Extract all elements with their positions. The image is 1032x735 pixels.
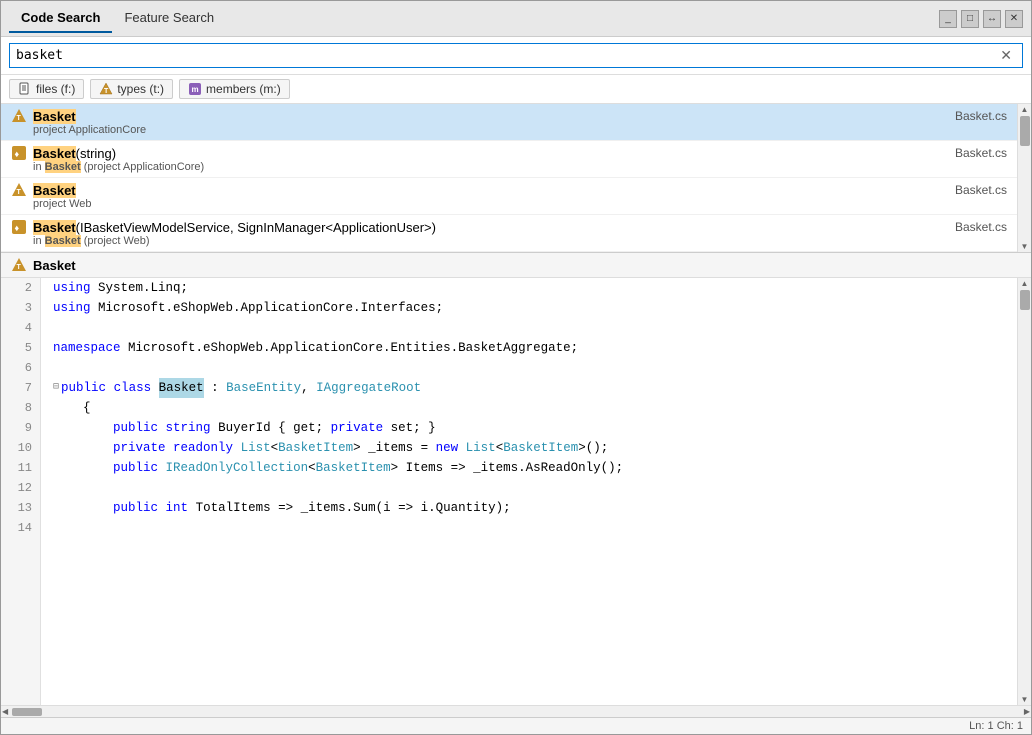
svg-text:T: T	[104, 88, 109, 95]
code-line	[53, 478, 1005, 498]
filter-members-button[interactable]: m members (m:)	[179, 79, 290, 99]
svg-text:T: T	[17, 189, 22, 196]
filter-types-button[interactable]: T types (t:)	[90, 79, 173, 99]
search-input-wrap: ✕	[9, 43, 1023, 68]
file-icon	[18, 82, 32, 96]
code-line: {	[53, 398, 1005, 418]
code-hscrollbar[interactable]: ◀ ▶	[1, 705, 1031, 717]
basket-constructor-icon: ♦	[11, 145, 27, 161]
tab-code-search[interactable]: Code Search	[9, 4, 112, 33]
close-button[interactable]: ✕	[1005, 10, 1023, 28]
minimize-button[interactable]: _	[939, 10, 957, 28]
clear-button[interactable]: ✕	[996, 47, 1016, 64]
result-name: Basket	[33, 109, 955, 124]
result-file: Basket.cs	[955, 109, 1007, 123]
basket-type-icon: T	[11, 108, 27, 124]
result-file: Basket.cs	[955, 183, 1007, 197]
result-file: Basket.cs	[955, 220, 1007, 234]
types-icon: T	[99, 82, 113, 96]
preview-header: T Basket	[1, 253, 1031, 278]
window-controls: _ □ ↔ ✕	[939, 10, 1023, 28]
code-line: public IReadOnlyCollection<BasketItem> I…	[53, 458, 1005, 478]
code-line: ⊟public class Basket : BaseEntity, IAggr…	[53, 378, 1005, 398]
search-bar: ✕	[1, 37, 1031, 75]
code-line: namespace Microsoft.eShopWeb.Application…	[53, 338, 1005, 358]
status-bar: Ln: 1 Ch: 1	[1, 717, 1031, 734]
results-list: T Basket Basket.cs project ApplicationCo…	[1, 104, 1017, 252]
status-right: Ln: 1 Ch: 1	[969, 720, 1023, 732]
result-file: Basket.cs	[955, 146, 1007, 160]
filter-types-label: types (t:)	[117, 82, 164, 96]
result-item[interactable]: T Basket Basket.cs project ApplicationCo…	[1, 104, 1017, 141]
code-line: public string BuyerId { get; private set…	[53, 418, 1005, 438]
basket-constructor-icon-2: ♦	[11, 219, 27, 235]
result-name: Basket(IBasketViewModelService, SignInMa…	[33, 220, 955, 235]
title-bar: Code Search Feature Search _ □ ↔ ✕	[1, 1, 1031, 37]
result-item[interactable]: ♦ Basket(IBasketViewModelService, SignIn…	[1, 215, 1017, 252]
code-line: private readonly List<BasketItem> _items…	[53, 438, 1005, 458]
result-sub: in Basket (project ApplicationCore)	[11, 161, 204, 173]
code-line: using System.Linq;	[53, 278, 1005, 298]
svg-text:T: T	[17, 264, 22, 271]
filter-files-button[interactable]: files (f:)	[9, 79, 84, 99]
filter-members-label: members (m:)	[206, 82, 281, 96]
code-area[interactable]: 2 3 4 5 6 7 8 9 10 11 12 13 14 using Sys…	[1, 278, 1017, 705]
result-name: Basket(string)	[33, 146, 955, 161]
result-sub: project Web	[11, 198, 92, 210]
code-line	[53, 318, 1005, 338]
code-lines: using System.Linq; using Microsoft.eShop…	[41, 278, 1017, 705]
code-line	[53, 358, 1005, 378]
svg-text:♦: ♦	[15, 149, 20, 159]
code-line	[53, 518, 1005, 538]
code-area-wrap: 2 3 4 5 6 7 8 9 10 11 12 13 14 using Sys…	[1, 278, 1031, 705]
filter-bar: files (f:) T types (t:) m members (m:)	[1, 75, 1031, 104]
code-scrollbar[interactable]: ▲ ▼	[1017, 278, 1031, 705]
line-numbers: 2 3 4 5 6 7 8 9 10 11 12 13 14	[1, 278, 41, 705]
code-preview: T Basket 2 3 4 5 6 7 8 9 10 11 12 13	[1, 253, 1031, 717]
results-section: T Basket Basket.cs project ApplicationCo…	[1, 104, 1031, 253]
svg-text:♦: ♦	[15, 223, 20, 233]
preview-type-icon: T	[11, 257, 27, 273]
code-line: using Microsoft.eShopWeb.ApplicationCore…	[53, 298, 1005, 318]
result-name: Basket	[33, 183, 955, 198]
search-input[interactable]	[16, 48, 996, 63]
svg-text:T: T	[17, 115, 22, 122]
tab-feature-search[interactable]: Feature Search	[112, 4, 226, 33]
main-window: Code Search Feature Search _ □ ↔ ✕ ✕ fil…	[0, 0, 1032, 735]
filter-files-label: files (f:)	[36, 82, 75, 96]
result-sub: project ApplicationCore	[11, 124, 146, 136]
pin-button[interactable]: ↔	[983, 10, 1001, 28]
result-item[interactable]: T Basket Basket.cs project Web	[1, 178, 1017, 215]
result-sub: in Basket (project Web)	[11, 235, 150, 247]
basket-type-icon-2: T	[11, 182, 27, 198]
restore-button[interactable]: □	[961, 10, 979, 28]
svg-text:m: m	[192, 85, 199, 94]
code-line: public int TotalItems => _items.Sum(i =>…	[53, 498, 1005, 518]
result-item[interactable]: ♦ Basket(string) Basket.cs in Basket (pr…	[1, 141, 1017, 178]
fold-button[interactable]: ⊟	[53, 378, 59, 398]
members-icon: m	[188, 82, 202, 96]
results-scrollbar[interactable]: ▲ ▼	[1017, 104, 1031, 252]
preview-title: Basket	[33, 258, 76, 273]
